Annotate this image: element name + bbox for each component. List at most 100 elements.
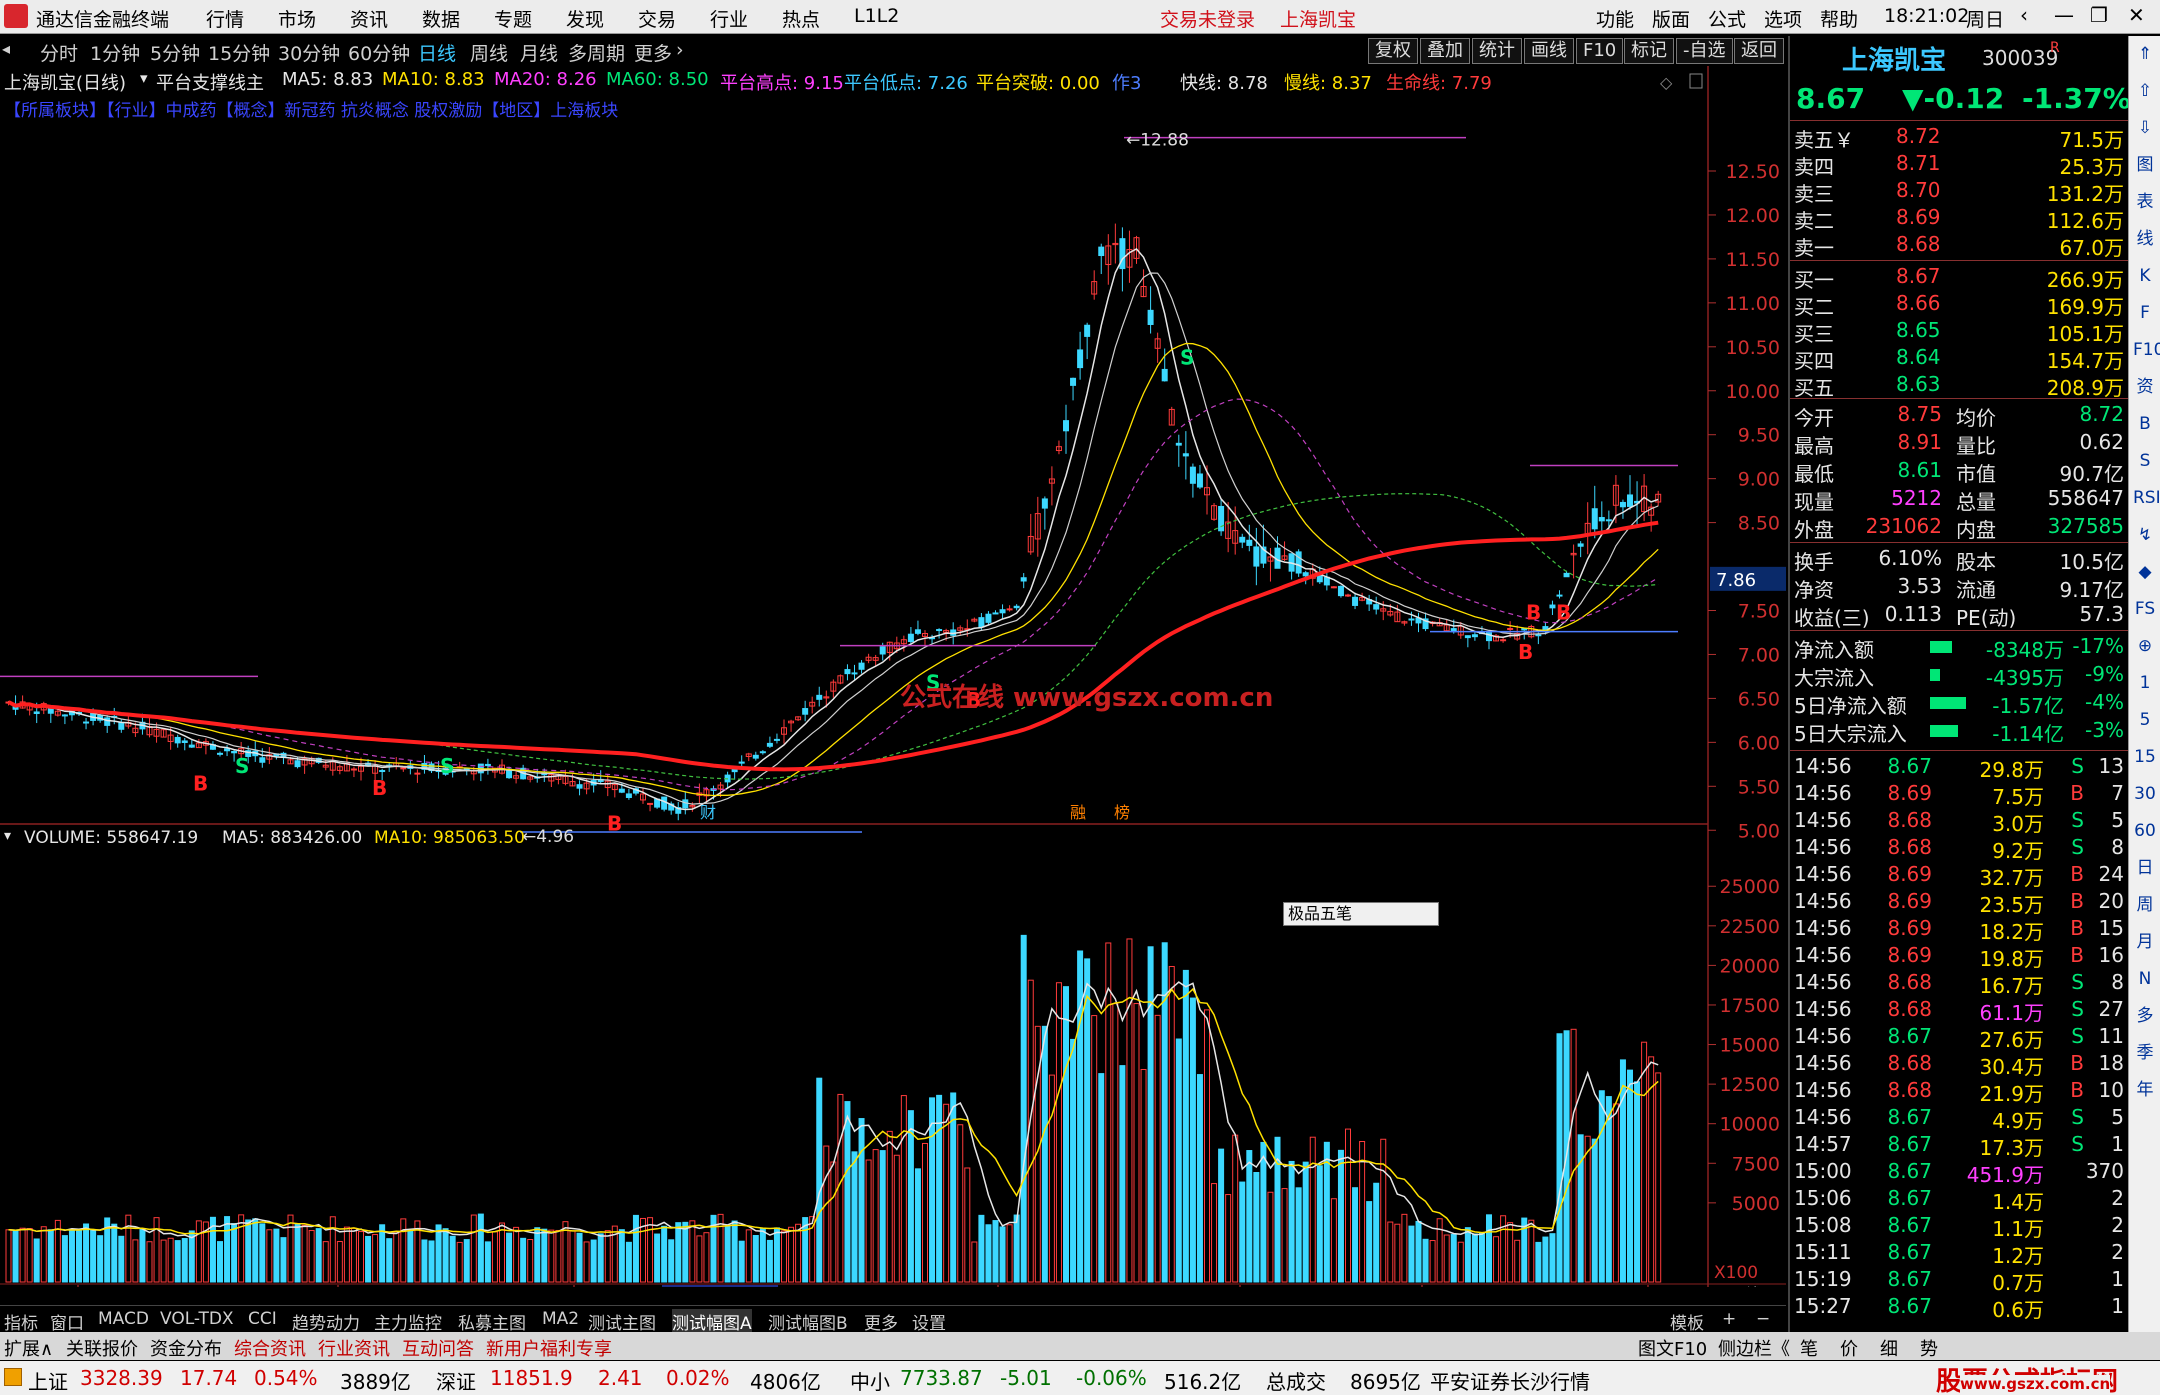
bid-row[interactable]: 买一 8.67 266.9万 (1790, 264, 2128, 292)
tab-private-main[interactable]: 私募主图 (458, 1309, 526, 1334)
bid-row[interactable]: 买二 8.66 169.9万 (1790, 291, 2128, 319)
sidebar-tool-icon[interactable]: 资 (2133, 375, 2157, 399)
sidebar-tool-icon[interactable]: 月 (2133, 930, 2157, 954)
ime-widget[interactable]: 极品五笔 (1283, 902, 1439, 926)
tab-related-quote[interactable]: 关联报价 (66, 1335, 138, 1361)
period-week[interactable]: 周线 (470, 39, 508, 66)
statistics-button[interactable]: 统计 (1472, 38, 1522, 64)
adjust-button[interactable]: 复权 (1368, 38, 1418, 64)
menu-item-data[interactable]: 数据 (422, 5, 460, 32)
indicator-dropdown-icon[interactable]: ▾ (140, 69, 148, 87)
tick-row[interactable]: 14:56 8.68 16.7万 S 8 (1790, 970, 2128, 998)
tick-row[interactable]: 15:00 8.67 451.9万 370 (1790, 1159, 2128, 1187)
zoom-in-icon[interactable]: + (1722, 1309, 1736, 1329)
return-button[interactable]: 返回 (1734, 38, 1784, 64)
sidebar-tool-icon[interactable]: 60 (2133, 819, 2157, 843)
tab-general-news[interactable]: 综合资讯 (234, 1335, 306, 1361)
restore-icon[interactable]: ❐ (2090, 3, 2108, 27)
bid-row[interactable]: 买四 8.64 154.7万 (1790, 345, 2128, 373)
ask-row[interactable]: 卖二 8.69 112.6万 (1790, 205, 2128, 233)
sidebar-tool-icon[interactable]: 5 (2133, 708, 2157, 732)
tab-macd[interactable]: MACD (98, 1309, 149, 1329)
sidebar-tool-icon[interactable]: ◆ (2133, 560, 2157, 584)
tab-indicator[interactable]: 指标 (4, 1309, 38, 1334)
sidebar-tool-icon[interactable]: 日 (2133, 856, 2157, 880)
tab-template[interactable]: 模板 (1670, 1309, 1704, 1334)
tab-industry-news[interactable]: 行业资讯 (318, 1335, 390, 1361)
menu-item-function[interactable]: 功能 (1596, 5, 1634, 32)
tab-test-main[interactable]: 测试主图 (588, 1309, 656, 1334)
tick-row[interactable]: 14:56 8.67 27.6万 S 11 (1790, 1024, 2128, 1052)
sz-label[interactable]: 深证 (436, 1366, 476, 1395)
sidebar-tool-icon[interactable]: K (2133, 264, 2157, 288)
menu-item-discover[interactable]: 发现 (566, 5, 604, 32)
sidebar-tool-icon[interactable]: ⇧ (2133, 79, 2157, 103)
watchlist-button[interactable]: -自选 (1676, 38, 1733, 64)
menu-item-market[interactable]: 行情 (206, 5, 244, 32)
tab-test-sub-b[interactable]: 测试幅图B (768, 1309, 848, 1334)
tick-row[interactable]: 14:56 8.67 4.9万 S 5 (1790, 1105, 2128, 1133)
sidebar-tool-icon[interactable]: 表 (2133, 190, 2157, 214)
tick-row[interactable]: 14:56 8.68 21.9万 B 10 (1790, 1078, 2128, 1106)
toggle-panel-icon[interactable]: ◂ (2, 39, 10, 58)
tab-ma2[interactable]: MA2 (542, 1309, 579, 1329)
menu-item-bazaar[interactable]: 市场 (278, 5, 316, 32)
login-status[interactable]: 交易未登录 (1160, 5, 1255, 32)
period-15min[interactable]: 15分钟 (208, 39, 270, 66)
tab-window[interactable]: 窗口 (50, 1309, 84, 1334)
tab-settings[interactable]: 设置 (912, 1309, 946, 1334)
sidebar-tool-icon[interactable]: FS (2133, 597, 2157, 621)
period-5min[interactable]: 5分钟 (150, 39, 200, 66)
ask-row[interactable]: 卖五￥ 8.72 71.5万 (1790, 124, 2128, 152)
period-1min[interactable]: 1分钟 (90, 39, 140, 66)
tick-row[interactable]: 14:57 8.67 17.3万 S 1 (1790, 1132, 2128, 1160)
period-month[interactable]: 月线 (520, 39, 558, 66)
minimize-icon[interactable]: — (2054, 3, 2074, 27)
tick-row[interactable]: 15:27 8.67 0.6万 1 (1790, 1294, 2128, 1322)
tab-expand[interactable]: 扩展∧ (4, 1335, 53, 1361)
menu-item-layout[interactable]: 版面 (1652, 5, 1690, 32)
menu-item-industry[interactable]: 行业 (710, 5, 748, 32)
tick-row[interactable]: 14:56 8.68 9.2万 S 8 (1790, 835, 2128, 863)
sidebar-tool-icon[interactable]: RSI (2133, 486, 2160, 510)
chevron-right-icon[interactable]: › (676, 39, 684, 61)
tick-row[interactable]: 14:56 8.68 3.0万 S 5 (1790, 808, 2128, 836)
tick-row[interactable]: 14:56 8.69 23.5万 B 20 (1790, 889, 2128, 917)
sidebar-tool-icon[interactable]: 30 (2133, 782, 2157, 806)
tab-detail[interactable]: 细 (1880, 1335, 1898, 1361)
tab-cci[interactable]: CCI (248, 1309, 277, 1329)
tab-new-user[interactable]: 新用户福利专享 (486, 1335, 612, 1361)
menu-item-options[interactable]: 选项 (1764, 5, 1802, 32)
sidebar-tool-icon[interactable]: 年 (2133, 1078, 2157, 1102)
sh-label[interactable]: 上证 (28, 1366, 68, 1395)
menu-item-formula[interactable]: 公式 (1708, 5, 1746, 32)
period-60min[interactable]: 60分钟 (348, 39, 410, 66)
sidebar-tool-icon[interactable]: 周 (2133, 893, 2157, 917)
tick-row[interactable]: 15:08 8.67 1.1万 2 (1790, 1213, 2128, 1241)
sidebar-tool-icon[interactable]: 线 (2133, 227, 2157, 251)
sidebar-tool-icon[interactable]: 15 (2133, 745, 2157, 769)
period-multi[interactable]: 多周期 (568, 39, 625, 66)
sidebar-tool-icon[interactable]: ⇩ (2133, 116, 2157, 140)
sidebar-tool-icon[interactable]: F10 (2133, 338, 2160, 362)
tab-trend[interactable]: 势 (1920, 1335, 1938, 1361)
indicator-name[interactable]: 平台支撑线主 (156, 69, 264, 95)
tab-trend-power[interactable]: 趋势动力 (292, 1309, 360, 1334)
tab-vol-tdx[interactable]: VOL-TDX (160, 1309, 234, 1329)
zoom-out-icon[interactable]: − (1756, 1309, 1770, 1329)
tick-row[interactable]: 14:56 8.67 29.8万 S 13 (1790, 754, 2128, 782)
draw-line-button[interactable]: 画线 (1524, 38, 1574, 64)
sidebar-tool-icon[interactable]: F (2133, 301, 2157, 325)
tick-row[interactable]: 14:56 8.68 30.4万 B 18 (1790, 1051, 2128, 1079)
tick-row[interactable]: 14:56 8.69 19.8万 B 16 (1790, 943, 2128, 971)
ask-row[interactable]: 卖四 8.71 25.3万 (1790, 151, 2128, 179)
menu-item-topics[interactable]: 专题 (494, 5, 532, 32)
tab-test-sub-a[interactable]: 测试幅图A (672, 1309, 752, 1334)
zx-label[interactable]: 中小 (850, 1366, 890, 1395)
mark-button[interactable]: 标记 (1624, 38, 1674, 64)
sidebar-tool-icon[interactable]: 季 (2133, 1041, 2157, 1065)
tick-row[interactable]: 15:19 8.67 0.7万 1 (1790, 1267, 2128, 1295)
tab-pen[interactable]: 笔 (1800, 1335, 1818, 1361)
tick-row[interactable]: 14:56 8.69 32.7万 B 24 (1790, 862, 2128, 890)
menu-item-help[interactable]: 帮助 (1820, 5, 1858, 32)
